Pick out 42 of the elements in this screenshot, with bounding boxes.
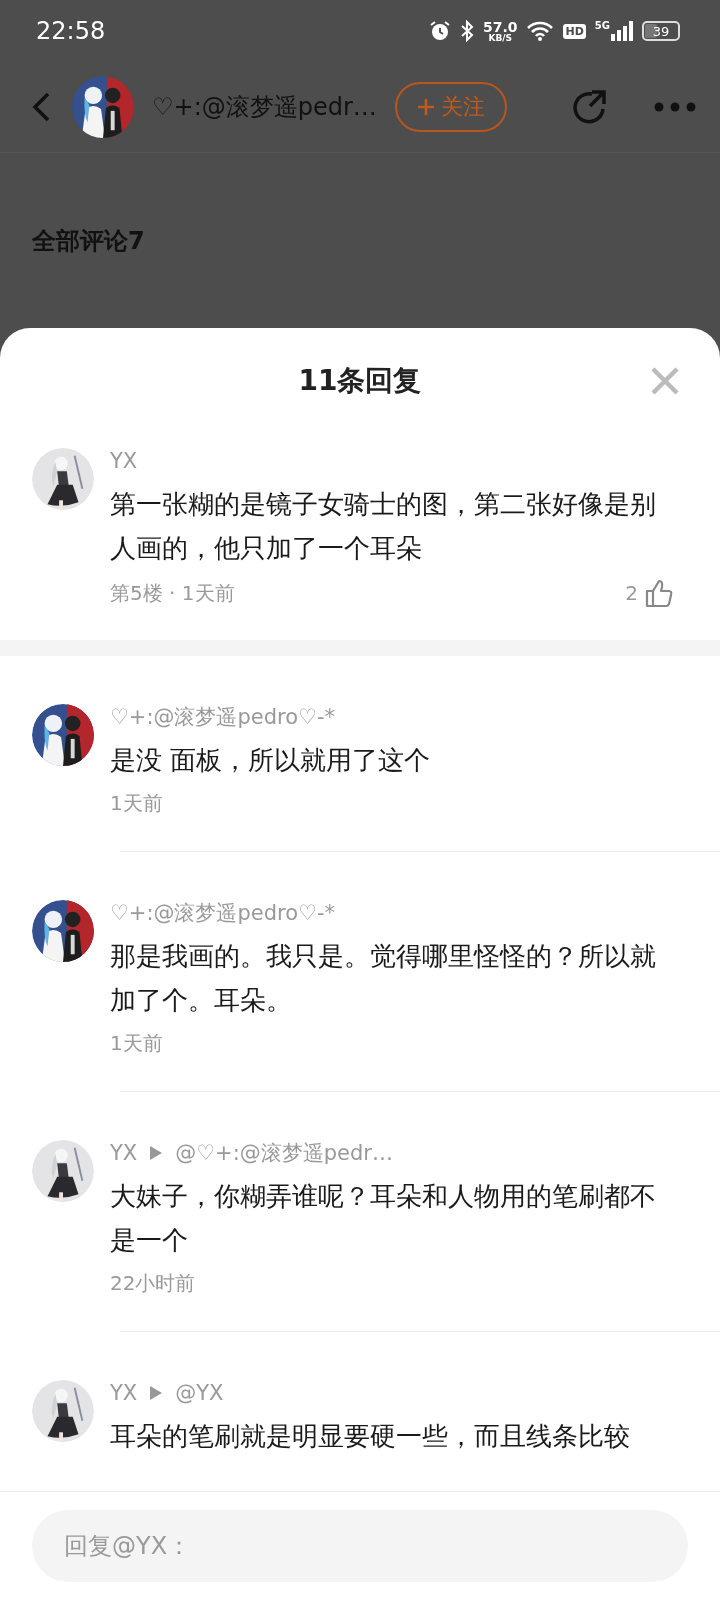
reply-text: 是没 面板，所以就用了这个: [110, 744, 432, 777]
reply-text: 第一张糊的是镜子女骑士的图，第二张好像是别人画的，他只加了一个耳朵: [110, 488, 657, 565]
network-type: 5G: [594, 21, 610, 31]
avatar[interactable]: [32, 900, 94, 962]
reply-time: 22小时前: [110, 1270, 196, 1297]
avatar[interactable]: [72, 76, 134, 138]
battery-indicator: 39: [642, 21, 680, 41]
wifi-icon: [526, 20, 555, 42]
section-title: 全部评论7: [31, 226, 146, 257]
reply-time: 1天前: [110, 790, 163, 817]
avatar[interactable]: [32, 1380, 94, 1442]
floor-time: 第5楼 · 1天前: [110, 579, 235, 607]
reply-input[interactable]: 回复@YX：: [32, 1510, 688, 1582]
follow-button[interactable]: 关注: [394, 82, 507, 132]
like-count: 2: [625, 581, 638, 605]
reply-time: 1天前: [110, 1030, 163, 1057]
thumbs-up-icon[interactable]: [644, 578, 674, 608]
avatar[interactable]: [32, 1140, 94, 1202]
author-name[interactable]: ♡+:@滚梦遥pedr…: [152, 91, 377, 123]
reply-target[interactable]: @YX: [175, 1381, 224, 1405]
reply-arrow-icon: [149, 1145, 164, 1161]
alarm-icon: [428, 20, 451, 42]
reply-target[interactable]: @♡+:@滚梦遥pedr…: [175, 1139, 393, 1167]
avatar[interactable]: [32, 448, 94, 510]
reply-author[interactable]: YX: [110, 1381, 138, 1405]
reply-text: 耳朵的笔刷就是明显要硬一些，而且线条比较: [110, 1420, 631, 1453]
reply-author[interactable]: YX: [110, 449, 138, 473]
plus-icon: [416, 98, 435, 116]
bluetooth-icon: [459, 20, 474, 42]
network-speed: 57.0: [482, 19, 518, 34]
reply-author[interactable]: ♡+:@滚梦遥pedro♡-*: [110, 899, 335, 927]
signal-icon: [611, 21, 633, 41]
speed-unit: KB/S: [488, 33, 512, 43]
avatar[interactable]: [32, 704, 94, 766]
reply-text: 那是我画的。我只是。觉得哪里怪怪的？所以就加了个。耳朵。: [110, 940, 657, 1017]
reply-author[interactable]: ♡+:@滚梦遥pedro♡-*: [110, 703, 335, 731]
reply-arrow-icon: [149, 1385, 164, 1401]
reply-text: 大妹子，你糊弄谁呢？耳朵和人物用的笔刷都不是一个: [110, 1180, 657, 1257]
sheet-title: 11条回复: [298, 363, 422, 399]
clock-time: 22:58: [36, 17, 107, 45]
hd-badge: HD: [563, 23, 586, 39]
reply-author[interactable]: YX: [110, 1141, 138, 1165]
